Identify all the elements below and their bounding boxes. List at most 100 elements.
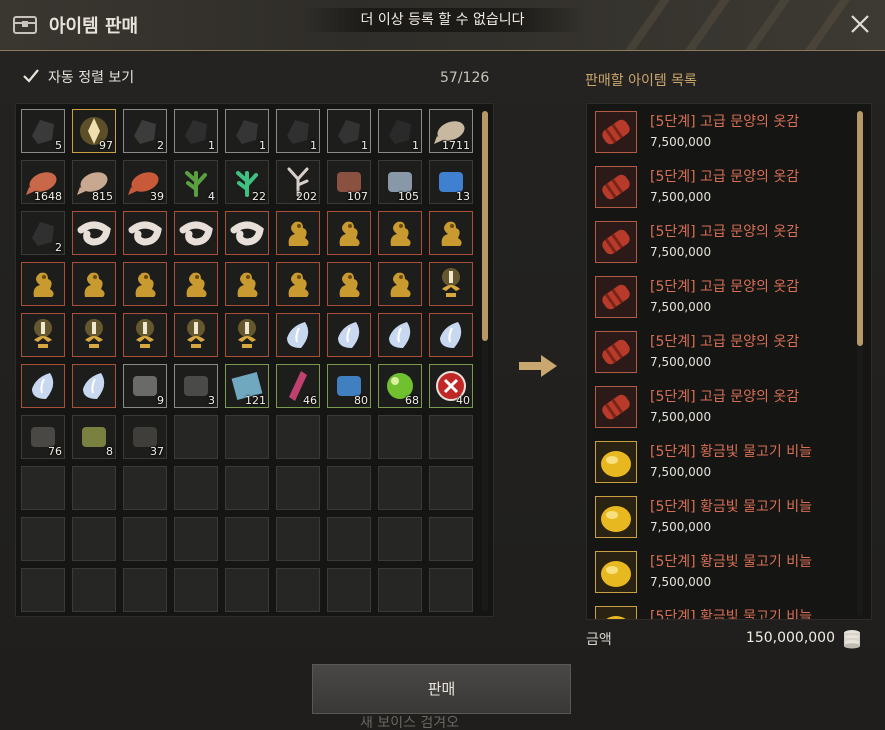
inventory-item-slot[interactable] bbox=[378, 262, 422, 306]
inventory-item-slot[interactable]: 97 bbox=[72, 109, 116, 153]
inventory-empty-slot[interactable] bbox=[429, 415, 473, 459]
inventory-item-slot[interactable]: 2 bbox=[123, 109, 167, 153]
inventory-scroll-thumb[interactable] bbox=[482, 111, 488, 341]
inventory-item-slot[interactable] bbox=[276, 313, 320, 357]
inventory-item-slot[interactable] bbox=[327, 211, 371, 255]
inventory-item-slot[interactable]: 107 bbox=[327, 160, 371, 204]
inventory-item-slot[interactable]: 1648 bbox=[21, 160, 65, 204]
inventory-item-slot[interactable] bbox=[429, 211, 473, 255]
inventory-item-slot[interactable] bbox=[72, 364, 116, 408]
inventory-item-slot[interactable]: 8 bbox=[72, 415, 116, 459]
inventory-item-slot[interactable]: 1 bbox=[174, 109, 218, 153]
inventory-item-slot[interactable]: 9 bbox=[123, 364, 167, 408]
sell-list-item[interactable]: [5단계] 황금빛 물고기 비늘 7,500,000 bbox=[595, 496, 855, 546]
inventory-item-slot[interactable] bbox=[21, 262, 65, 306]
inventory-item-slot[interactable]: 39 bbox=[123, 160, 167, 204]
inventory-item-slot[interactable] bbox=[378, 313, 422, 357]
inventory-item-slot[interactable] bbox=[72, 211, 116, 255]
inventory-empty-slot[interactable] bbox=[276, 466, 320, 510]
inventory-item-slot[interactable] bbox=[72, 262, 116, 306]
inventory-empty-slot[interactable] bbox=[276, 517, 320, 561]
inventory-empty-slot[interactable] bbox=[174, 517, 218, 561]
sell-list-item[interactable]: [5단계] 황금빛 물고기 비늘 7,500,000 bbox=[595, 441, 855, 491]
inventory-empty-slot[interactable] bbox=[327, 568, 371, 612]
inventory-item-slot[interactable] bbox=[378, 211, 422, 255]
inventory-empty-slot[interactable] bbox=[225, 466, 269, 510]
inventory-item-slot[interactable] bbox=[225, 262, 269, 306]
inventory-item-slot[interactable] bbox=[174, 313, 218, 357]
inventory-empty-slot[interactable] bbox=[72, 517, 116, 561]
inventory-empty-slot[interactable] bbox=[378, 517, 422, 561]
inventory-item-slot[interactable]: 815 bbox=[72, 160, 116, 204]
inventory-empty-slot[interactable] bbox=[225, 568, 269, 612]
inventory-item-slot[interactable] bbox=[276, 211, 320, 255]
inventory-item-slot[interactable]: 68 bbox=[378, 364, 422, 408]
inventory-empty-slot[interactable] bbox=[21, 517, 65, 561]
inventory-item-slot[interactable] bbox=[276, 262, 320, 306]
inventory-item-slot[interactable]: 1 bbox=[378, 109, 422, 153]
inventory-item-slot[interactable] bbox=[123, 313, 167, 357]
inventory-item-slot[interactable] bbox=[72, 313, 116, 357]
inventory-empty-slot[interactable] bbox=[72, 568, 116, 612]
inventory-empty-slot[interactable] bbox=[225, 517, 269, 561]
inventory-item-slot[interactable] bbox=[174, 211, 218, 255]
close-icon[interactable] bbox=[848, 12, 872, 36]
inventory-item-slot[interactable] bbox=[429, 313, 473, 357]
inventory-item-slot[interactable]: 3 bbox=[174, 364, 218, 408]
inventory-item-slot[interactable]: 13 bbox=[429, 160, 473, 204]
inventory-empty-slot[interactable] bbox=[72, 466, 116, 510]
inventory-empty-slot[interactable] bbox=[429, 517, 473, 561]
sell-list-item[interactable]: [5단계] 고급 문양의 옷감 7,500,000 bbox=[595, 221, 855, 271]
inventory-empty-slot[interactable] bbox=[276, 415, 320, 459]
inventory-item-slot[interactable]: 2 bbox=[21, 211, 65, 255]
inventory-item-slot[interactable]: 1 bbox=[225, 109, 269, 153]
inventory-item-slot[interactable] bbox=[21, 313, 65, 357]
inventory-empty-slot[interactable] bbox=[21, 568, 65, 612]
inventory-empty-slot[interactable] bbox=[174, 568, 218, 612]
inventory-empty-slot[interactable] bbox=[429, 466, 473, 510]
inventory-empty-slot[interactable] bbox=[123, 568, 167, 612]
inventory-item-slot[interactable] bbox=[429, 262, 473, 306]
sell-list-scroll-thumb[interactable] bbox=[857, 111, 863, 346]
inventory-item-slot[interactable]: 202 bbox=[276, 160, 320, 204]
sell-list-item[interactable]: [5단계] 고급 문양의 옷감 7,500,000 bbox=[595, 111, 855, 161]
inventory-empty-slot[interactable] bbox=[225, 415, 269, 459]
inventory-item-slot[interactable] bbox=[225, 211, 269, 255]
sell-list-item[interactable]: [5단계] 고급 문양의 옷감 7,500,000 bbox=[595, 276, 855, 326]
inventory-item-slot[interactable] bbox=[21, 364, 65, 408]
inventory-empty-slot[interactable] bbox=[174, 415, 218, 459]
inventory-empty-slot[interactable] bbox=[123, 517, 167, 561]
inventory-empty-slot[interactable] bbox=[327, 466, 371, 510]
inventory-item-slot[interactable]: 40 bbox=[429, 364, 473, 408]
inventory-empty-slot[interactable] bbox=[123, 466, 167, 510]
inventory-empty-slot[interactable] bbox=[429, 568, 473, 612]
inventory-empty-slot[interactable] bbox=[327, 517, 371, 561]
inventory-empty-slot[interactable] bbox=[378, 568, 422, 612]
inventory-item-slot[interactable]: 1 bbox=[276, 109, 320, 153]
inventory-empty-slot[interactable] bbox=[378, 466, 422, 510]
inventory-item-slot[interactable]: 76 bbox=[21, 415, 65, 459]
auto-sort-checkbox[interactable] bbox=[22, 67, 40, 85]
inventory-item-slot[interactable] bbox=[327, 262, 371, 306]
inventory-item-slot[interactable]: 22 bbox=[225, 160, 269, 204]
inventory-item-slot[interactable] bbox=[123, 262, 167, 306]
inventory-item-slot[interactable]: 37 bbox=[123, 415, 167, 459]
auto-sort-label[interactable]: 자동 정렬 보기 bbox=[48, 67, 134, 87]
inventory-empty-slot[interactable] bbox=[21, 466, 65, 510]
inventory-empty-slot[interactable] bbox=[276, 568, 320, 612]
inventory-empty-slot[interactable] bbox=[378, 415, 422, 459]
sell-button[interactable]: 판매 bbox=[312, 664, 571, 714]
inventory-item-slot[interactable] bbox=[327, 313, 371, 357]
inventory-item-slot[interactable]: 46 bbox=[276, 364, 320, 408]
inventory-item-slot[interactable]: 5 bbox=[21, 109, 65, 153]
inventory-item-slot[interactable]: 80 bbox=[327, 364, 371, 408]
inventory-item-slot[interactable] bbox=[174, 262, 218, 306]
inventory-item-slot[interactable]: 105 bbox=[378, 160, 422, 204]
sell-list-item[interactable]: [5단계] 고급 문양의 옷감 7,500,000 bbox=[595, 386, 855, 436]
inventory-item-slot[interactable]: 121 bbox=[225, 364, 269, 408]
inventory-item-slot[interactable]: 1 bbox=[327, 109, 371, 153]
inventory-item-slot[interactable]: 4 bbox=[174, 160, 218, 204]
inventory-item-slot[interactable] bbox=[225, 313, 269, 357]
sell-list-item[interactable]: [5단계] 고급 문양의 옷감 7,500,000 bbox=[595, 166, 855, 216]
sell-list-item[interactable]: [5단계] 황금빛 물고기 비늘 7,500,000 bbox=[595, 551, 855, 601]
